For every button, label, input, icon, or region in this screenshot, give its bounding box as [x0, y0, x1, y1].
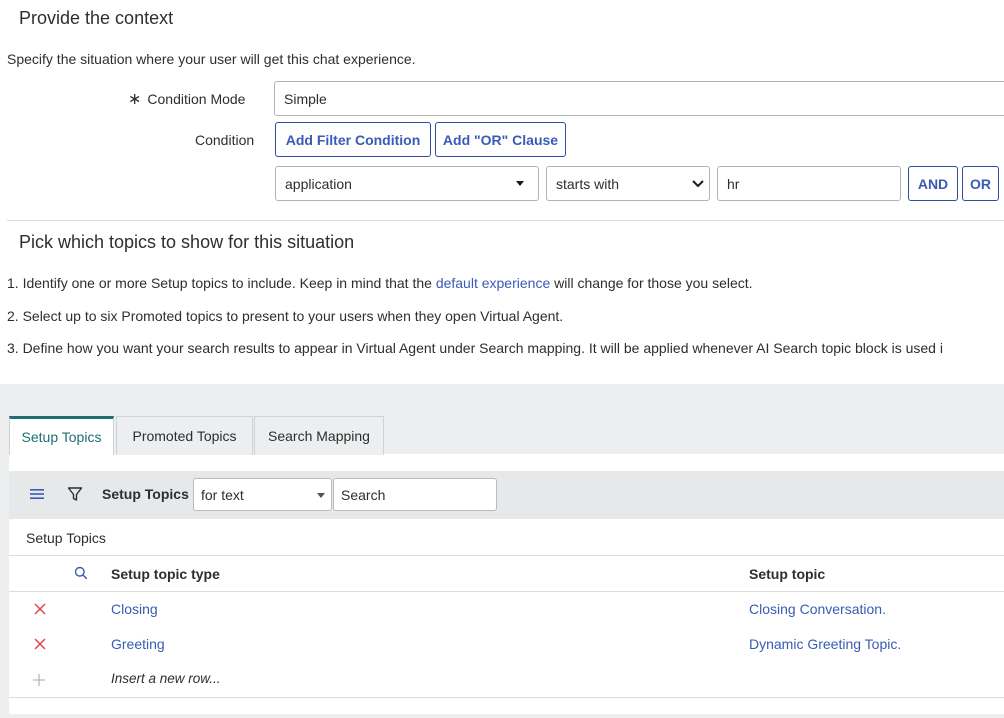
row-divider — [9, 591, 1004, 592]
list-caption: Setup Topics — [26, 530, 106, 546]
dropdown-caret-icon — [516, 181, 524, 186]
row-divider — [9, 555, 1004, 556]
table-row-topic[interactable]: Dynamic Greeting Topic. — [749, 636, 901, 652]
filter-icon[interactable] — [67, 486, 83, 502]
search-icon[interactable] — [74, 566, 88, 580]
step-3-text: 3. Define how you want your search resul… — [7, 340, 943, 356]
delete-icon[interactable] — [34, 638, 46, 650]
search-field-select[interactable]: for text — [193, 478, 332, 511]
tab-setup-topics[interactable]: Setup Topics — [9, 416, 114, 455]
condition-mode-field[interactable]: Simple — [274, 81, 1004, 116]
tab-promoted-topics[interactable]: Promoted Topics — [116, 416, 253, 455]
search-placeholder: Search — [341, 486, 386, 503]
topics-title: Pick which topics to show for this situa… — [19, 232, 355, 252]
table-row-topic[interactable]: Closing Conversation. — [749, 601, 886, 617]
condition-value-input[interactable]: hr — [717, 166, 901, 201]
condition-mode-label: Condition Mode — [147, 91, 246, 107]
context-title: Provide the context — [19, 8, 174, 28]
tab-search-mapping[interactable]: Search Mapping — [254, 416, 384, 455]
section-divider — [7, 220, 1004, 221]
column-header-setup-topic-type[interactable]: Setup topic type — [111, 566, 220, 582]
step-1-text: 1. Identify one or more Setup topics to … — [7, 275, 753, 291]
and-button[interactable]: AND — [908, 166, 958, 201]
insert-new-row[interactable]: Insert a new row... — [111, 671, 221, 686]
step-2-text: 2. Select up to six Promoted topics to p… — [7, 308, 564, 324]
condition-operator-select[interactable]: starts with — [546, 166, 710, 201]
condition-mode-label-group: ∗ Condition Mode — [128, 89, 245, 109]
or-button[interactable]: OR — [962, 166, 999, 201]
search-input[interactable]: Search — [333, 478, 497, 511]
search-field-option: for text — [201, 486, 244, 503]
column-header-setup-topic[interactable]: Setup topic — [749, 566, 825, 582]
chevron-down-icon — [692, 180, 704, 188]
list-toolbar-title: Setup Topics — [102, 486, 189, 502]
table-row-type[interactable]: Greeting — [111, 636, 165, 652]
step-1-prefix: 1. Identify one or more Setup topics to … — [7, 275, 436, 291]
hamburger-menu-icon[interactable] — [30, 488, 44, 500]
table-row-type[interactable]: Closing — [111, 601, 158, 617]
context-description: Specify the situation where your user wi… — [7, 51, 416, 67]
delete-icon[interactable] — [34, 603, 46, 615]
required-marker: ∗ — [128, 91, 142, 108]
dropdown-caret-icon — [317, 493, 325, 498]
add-or-clause-button[interactable]: Add "OR" Clause — [435, 122, 566, 157]
condition-mode-value: Simple — [284, 90, 327, 107]
add-icon[interactable] — [32, 673, 46, 687]
add-filter-condition-button[interactable]: Add Filter Condition — [275, 122, 431, 157]
condition-field-select[interactable]: application — [275, 166, 539, 201]
row-divider — [9, 697, 1004, 698]
condition-label: Condition — [195, 132, 255, 148]
condition-operator-value: starts with — [556, 175, 620, 192]
default-experience-link[interactable]: default experience — [436, 275, 550, 291]
step-1-suffix: will change for those you select. — [550, 275, 753, 291]
condition-value-text: hr — [727, 175, 740, 192]
condition-field-value: application — [285, 175, 352, 192]
